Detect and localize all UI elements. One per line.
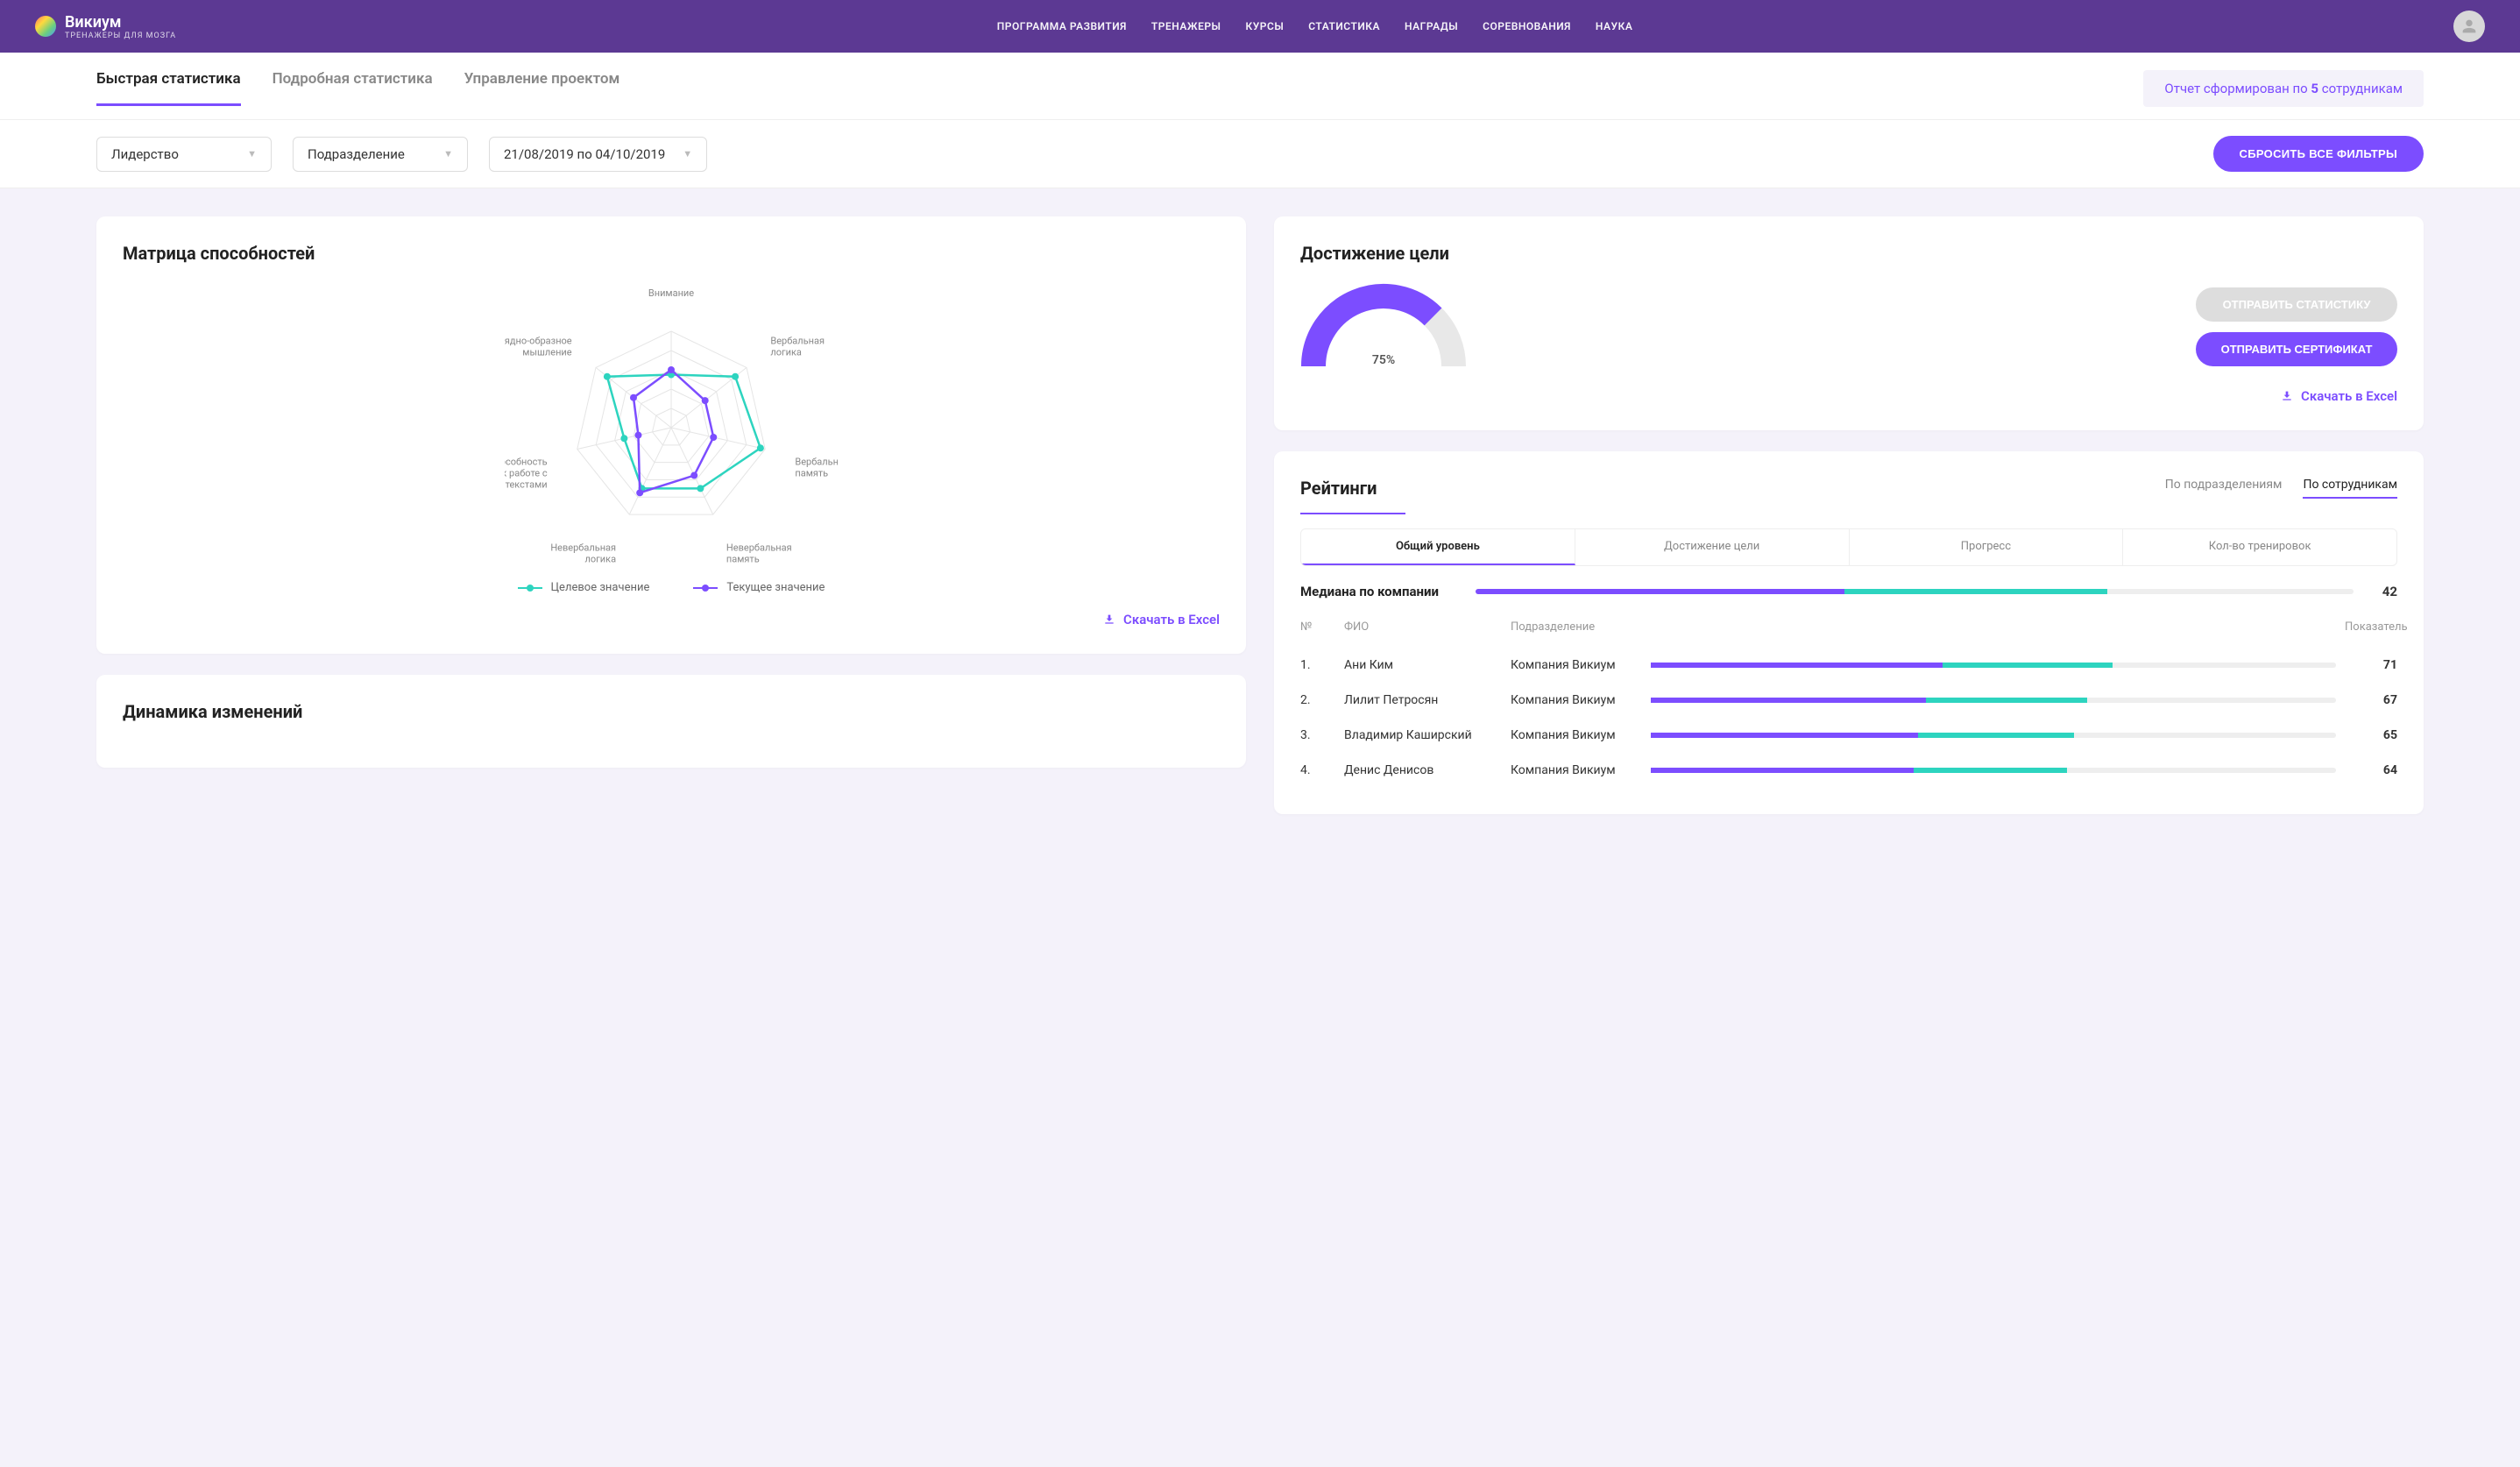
svg-text:Наглядно-образное: Наглядно-образное xyxy=(505,336,572,347)
ratings-card: Рейтинги По подразделениям По сотрудника… xyxy=(1274,451,2424,814)
radar-legend: Целевое значение Текущее значение xyxy=(123,581,1220,594)
nav-trainers[interactable]: ТРЕНАЖЕРЫ xyxy=(1151,20,1221,32)
ratings-tab-employees[interactable]: По сотрудникам xyxy=(2303,478,2397,499)
ratings-tab-departments[interactable]: По подразделениям xyxy=(2165,478,2283,499)
filter-daterange[interactable]: 21/08/2019 по 04/10/2019 ▼ xyxy=(489,137,707,172)
chevron-down-icon: ▼ xyxy=(683,148,692,159)
table-row[interactable]: 3. Владимир Каширский Компания Викиум 65 xyxy=(1300,718,2397,753)
nav-awards[interactable]: НАГРАДЫ xyxy=(1405,20,1458,32)
svg-text:мышление: мышление xyxy=(522,347,571,358)
goal-gauge: 75% xyxy=(1300,283,1467,371)
svg-text:память: память xyxy=(795,467,828,478)
subtab-trainings[interactable]: Кол-во тренировок xyxy=(2123,529,2396,565)
svg-text:память: память xyxy=(726,554,760,563)
ratings-table-header: № ФИО Подразделение Показатель xyxy=(1300,620,2397,634)
nav-program[interactable]: ПРОГРАММА РАЗВИТИЯ xyxy=(997,20,1127,32)
nav-stats[interactable]: СТАТИСТИКА xyxy=(1308,20,1380,32)
report-banner: Отчет сформирован по 5 сотрудникам xyxy=(2143,70,2424,107)
subtab-progress[interactable]: Прогресс xyxy=(1850,529,2124,565)
nav-courses[interactable]: КУРСЫ xyxy=(1245,20,1284,32)
avatar[interactable] xyxy=(2453,11,2485,42)
radar-chart: ВниманиеВербальнаялогикаВербально-логиче… xyxy=(123,283,1220,563)
table-row[interactable]: 2. Лилит Петросян Компания Викиум 67 xyxy=(1300,683,2397,718)
matrix-title: Матрица способностей xyxy=(123,243,1220,264)
table-row[interactable]: 1. Ани Ким Компания Викиум 71 xyxy=(1300,648,2397,683)
subtab-overall[interactable]: Общий уровень xyxy=(1301,529,1575,565)
svg-text:Невербальная: Невербальная xyxy=(550,542,616,554)
svg-text:логика: логика xyxy=(770,347,802,358)
subtab-goal[interactable]: Достижение цели xyxy=(1575,529,1850,565)
legend-target: Целевое значение xyxy=(518,581,650,594)
user-icon xyxy=(2460,17,2479,36)
svg-text:текстами: текстами xyxy=(506,478,548,490)
send-cert-button[interactable]: ОТПРАВИТЬ СЕРТИФИКАТ xyxy=(2196,332,2397,366)
svg-text:Вербально-логическая: Вербально-логическая xyxy=(795,456,838,467)
ratings-title: Рейтинги xyxy=(1300,478,1377,499)
matrix-download-link[interactable]: Скачать в Excel xyxy=(123,612,1220,627)
logo-title: Викиум xyxy=(65,13,176,32)
send-stats-button: ОТПРАВИТЬ СТАТИСТИКУ xyxy=(2196,287,2397,322)
svg-text:Внимание: Внимание xyxy=(648,287,694,299)
goal-card: Достижение цели 75% ОТПРАВИТЬ СТАТИСТИКУ… xyxy=(1274,216,2424,430)
nav-science[interactable]: НАУКА xyxy=(1596,20,1632,32)
filter-department-label: Подразделение xyxy=(308,146,405,162)
filter-leadership-label: Лидерство xyxy=(111,146,179,162)
page-tabs: Быстрая статистика Подробная статистика … xyxy=(96,70,619,106)
svg-text:к работе с: к работе с xyxy=(505,467,548,478)
reset-filters-button[interactable]: СБРОСИТЬ ВСЕ ФИЛЬТРЫ xyxy=(2213,136,2424,172)
filter-department[interactable]: Подразделение ▼ xyxy=(293,137,468,172)
svg-text:логика: логика xyxy=(585,554,617,563)
dynamics-card: Динамика изменений xyxy=(96,675,1246,768)
nav-competitions[interactable]: СОРЕВНОВАНИЯ xyxy=(1483,20,1571,32)
table-row[interactable]: 4. Денис Денисов Компания Викиум 64 xyxy=(1300,753,2397,788)
svg-text:Способность: Способность xyxy=(505,456,548,467)
ratings-subtabs: Общий уровень Достижение цели Прогресс К… xyxy=(1300,528,2397,566)
matrix-card: Матрица способностей ВниманиеВербальнаял… xyxy=(96,216,1246,654)
dynamics-title: Динамика изменений xyxy=(123,701,1220,722)
logo-subtitle: ТРЕНАЖЕРЫ ДЛЯ МОЗГА xyxy=(65,32,176,40)
tab-quick-stats[interactable]: Быстрая статистика xyxy=(96,70,241,106)
median-row: Медиана по компании 42 xyxy=(1300,584,2397,599)
download-icon xyxy=(1102,613,1116,627)
download-icon xyxy=(2280,389,2294,403)
goal-download-link[interactable]: Скачать в Excel xyxy=(1300,388,2397,404)
logo-icon xyxy=(35,16,56,37)
svg-text:Невербальная: Невербальная xyxy=(726,542,792,554)
chevron-down-icon: ▼ xyxy=(247,148,257,159)
filter-leadership[interactable]: Лидерство ▼ xyxy=(96,137,272,172)
tab-project-mgmt[interactable]: Управление проектом xyxy=(464,70,620,106)
goal-title: Достижение цели xyxy=(1300,243,2397,264)
main-nav: ПРОГРАММА РАЗВИТИЯ ТРЕНАЖЕРЫ КУРСЫ СТАТИ… xyxy=(997,20,1633,32)
tab-detailed-stats[interactable]: Подробная статистика xyxy=(273,70,433,106)
svg-text:Вербальная: Вербальная xyxy=(770,336,825,347)
filter-daterange-label: 21/08/2019 по 04/10/2019 xyxy=(504,146,665,162)
chevron-down-icon: ▼ xyxy=(443,148,453,159)
logo[interactable]: Викиум ТРЕНАЖЕРЫ ДЛЯ МОЗГА xyxy=(35,13,176,40)
legend-current: Текущее значение xyxy=(693,581,825,594)
